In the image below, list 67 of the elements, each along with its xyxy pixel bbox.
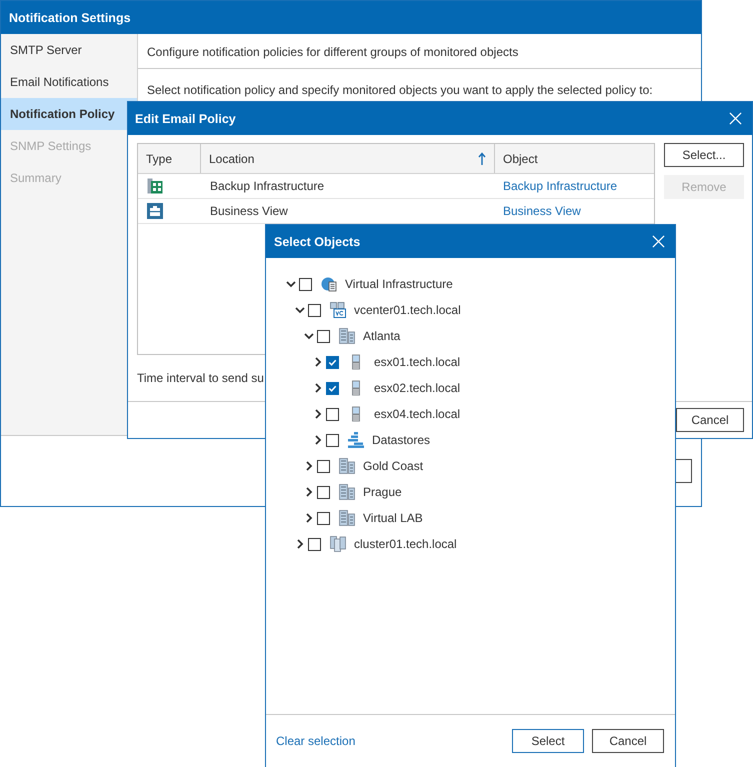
close-icon[interactable] xyxy=(652,235,665,248)
window-title: Notification Settings xyxy=(9,10,131,24)
building-icon xyxy=(339,458,355,474)
briefcase-icon xyxy=(147,203,163,219)
chevron-right-icon[interactable] xyxy=(313,435,323,445)
tree-item[interactable]: esx04.tech.local xyxy=(374,407,460,421)
object-link[interactable]: Backup Infrastructure xyxy=(503,179,618,193)
chevron-right-icon[interactable] xyxy=(313,409,323,419)
chevron-right-icon[interactable] xyxy=(304,487,314,497)
sort-arrow-icon xyxy=(478,152,486,166)
checkbox[interactable] xyxy=(317,512,330,524)
instruction-text: Select notification policy and specify monitored objects you want to apply the selected policy to: xyxy=(147,83,653,97)
checkbox[interactable] xyxy=(317,330,330,342)
interval-label: Time interval to send su xyxy=(137,371,264,385)
column-header[interactable]: Object xyxy=(495,144,654,173)
tree-item[interactable]: Prague xyxy=(363,485,402,499)
tree-item[interactable]: Datastores xyxy=(372,433,430,447)
checkbox[interactable] xyxy=(326,408,339,420)
infrastructure-icon xyxy=(147,178,163,194)
building-icon xyxy=(339,484,355,500)
window-title: Edit Email Policy xyxy=(135,112,236,126)
checkbox[interactable] xyxy=(326,356,339,368)
chevron-down-icon[interactable] xyxy=(304,331,314,341)
checkbox[interactable] xyxy=(308,304,321,316)
checkbox[interactable] xyxy=(317,460,330,472)
tree-item[interactable]: Atlanta xyxy=(363,329,400,343)
chevron-right-icon[interactable] xyxy=(313,383,323,393)
dialog-button[interactable]: Cancel xyxy=(592,728,664,752)
building-icon xyxy=(339,328,355,344)
checkbox[interactable] xyxy=(326,382,339,394)
datastore-icon xyxy=(348,432,364,448)
cancel-button[interactable]: Cancel xyxy=(676,408,744,432)
checkbox[interactable] xyxy=(308,538,321,550)
chevron-right-icon[interactable] xyxy=(295,539,305,549)
cluster-icon xyxy=(330,536,346,552)
action-button[interactable]: Select... xyxy=(664,143,744,167)
checkbox[interactable] xyxy=(317,486,330,498)
building-icon xyxy=(339,510,355,526)
sidebar-item[interactable]: SMTP Server xyxy=(1,34,137,66)
chevron-right-icon[interactable] xyxy=(304,461,314,471)
column-header[interactable]: Type xyxy=(138,144,201,173)
tree-item[interactable]: Virtual Infrastructure xyxy=(345,277,453,291)
chevron-down-icon[interactable] xyxy=(295,305,305,315)
table-cell: Backup Infrastructure xyxy=(210,179,324,193)
checkbox[interactable] xyxy=(326,434,339,446)
tree-item[interactable]: esx02.tech.local xyxy=(374,381,460,395)
vcenter-icon xyxy=(330,302,346,318)
checkbox[interactable] xyxy=(299,278,312,290)
tree-item[interactable]: cluster01.tech.local xyxy=(354,537,457,551)
clear-selection-link[interactable]: Clear selection xyxy=(276,734,356,748)
sidebar-item[interactable]: Email Notifications xyxy=(1,66,137,98)
chevron-down-icon[interactable] xyxy=(286,279,296,289)
table-cell: Business View xyxy=(210,204,288,218)
description-text: Configure notification policies for different groups of monitored objects xyxy=(147,45,518,59)
window-title: Select Objects xyxy=(274,234,360,248)
tree-item[interactable]: vcenter01.tech.local xyxy=(354,303,461,317)
sidebar-item[interactable]: Notification Policy xyxy=(1,98,137,130)
dialog-button[interactable]: Select xyxy=(512,728,584,752)
chevron-right-icon[interactable] xyxy=(313,357,323,367)
tree-item[interactable]: Virtual LAB xyxy=(363,511,423,525)
column-header[interactable]: Location xyxy=(201,144,495,173)
object-link[interactable]: Business View xyxy=(503,204,581,218)
globe-server-icon xyxy=(321,276,337,292)
chevron-right-icon[interactable] xyxy=(304,513,314,523)
tree-item[interactable]: Gold Coast xyxy=(363,459,424,473)
close-icon[interactable] xyxy=(729,112,742,125)
tree-item[interactable]: esx01.tech.local xyxy=(374,355,460,369)
